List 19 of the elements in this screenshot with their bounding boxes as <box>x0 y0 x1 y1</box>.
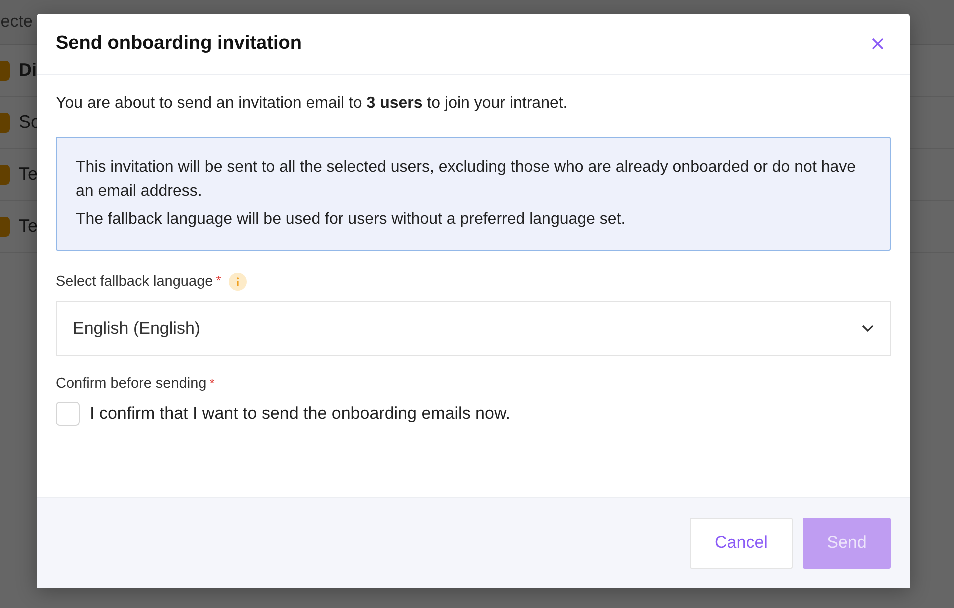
field-label: Confirm before sending <box>56 376 207 392</box>
intro-text: You are about to send an invitation email to 3 users to join your intranet. <box>56 95 569 113</box>
row-name: Te <box>19 164 38 185</box>
dialog-title: Send onboarding invitation <box>56 33 302 55</box>
row-name: Te <box>19 216 38 237</box>
close-icon[interactable] <box>870 36 886 52</box>
chevron-down-icon <box>862 324 874 332</box>
required-mark: * <box>216 273 222 288</box>
field-label: Select fallback language <box>56 274 214 290</box>
cancel-button[interactable]: Cancel <box>690 518 793 568</box>
confirm-checkbox[interactable] <box>56 402 80 426</box>
info-icon[interactable] <box>229 273 248 291</box>
notice-text: This invitation will be sent to all the selected users, excluding those who are already onboarded or do not have an email address. <box>76 158 858 202</box>
required-mark: * <box>210 376 215 391</box>
language-select[interactable]: English (English) <box>56 301 891 356</box>
notice-text: The fallback language will be used for users without a preferred language set. <box>76 210 627 230</box>
column-header: lecte <box>0 12 33 32</box>
row-name: Di <box>19 60 37 81</box>
checkbox-label[interactable]: I confirm that I want to send the onboarding emails now. <box>90 404 511 424</box>
